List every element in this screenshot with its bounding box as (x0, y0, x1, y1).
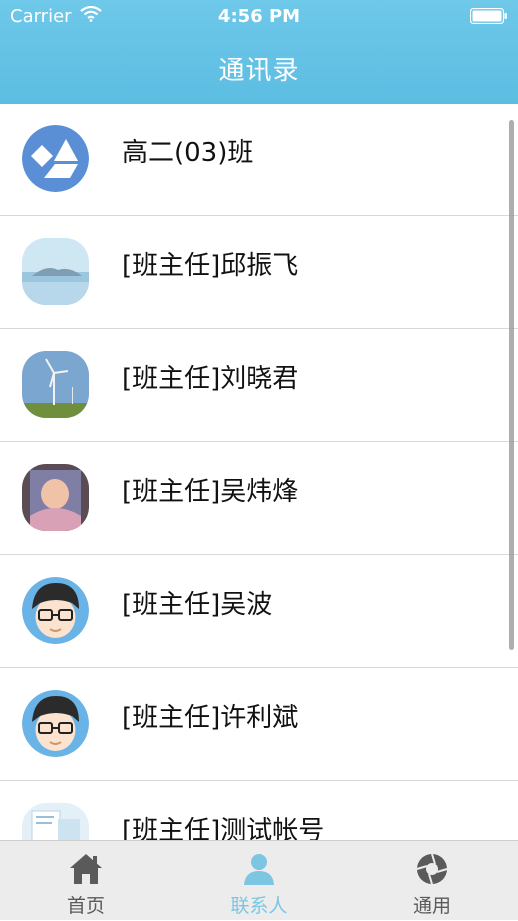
cartoon-boy-avatar (22, 577, 89, 644)
contact-name: [班主任]测试帐号 (122, 816, 325, 840)
contact-name: [班主任]吴炜烽 (122, 477, 299, 507)
contact-name: 高二(03)班 (122, 138, 254, 168)
tab-home[interactable]: 首页 (0, 841, 172, 921)
wind-turbine-photo-avatar (22, 351, 89, 418)
contact-name: [班主任]许利斌 (122, 703, 299, 733)
contact-row[interactable]: [班主任]测试帐号 (0, 782, 518, 840)
contact-name: [班主任]吴波 (122, 590, 273, 620)
status-bar: Carrier 4:56 PM (0, 0, 518, 34)
contact-row[interactable]: [班主任]吴波 (0, 556, 518, 668)
mountain-photo-avatar (22, 238, 89, 305)
cartoon-boy-avatar (22, 690, 89, 757)
battery-icon (470, 8, 507, 24)
tab-label: 通用 (412, 895, 451, 917)
contact-row[interactable]: [班主任]刘晓君 (0, 330, 518, 442)
tab-label: 联系人 (230, 895, 288, 917)
contact-row[interactable]: [班主任]许利斌 (0, 669, 518, 781)
app-header: Carrier 4:56 PM 通讯录 (0, 0, 518, 104)
scrollbar[interactable] (509, 120, 514, 650)
settings-icon (416, 853, 448, 885)
contact-row[interactable]: [班主任]吴炜烽 (0, 443, 518, 555)
tab-label: 首页 (66, 895, 105, 917)
class-group-icon (22, 125, 89, 192)
contacts-icon (244, 854, 274, 885)
contact-name: [班主任]刘晓君 (122, 364, 299, 394)
contact-list[interactable]: 高二(03)班 [班主任]邱振飞 [班主任]刘晓君 [班主任]吴炜烽 [班主任]… (0, 104, 518, 840)
contact-name: [班主任]邱振飞 (122, 251, 299, 281)
tab-general[interactable]: 通用 (346, 841, 518, 921)
tab-contacts[interactable]: 联系人 (173, 841, 345, 921)
page-title: 通讯录 (218, 56, 300, 86)
home-icon (70, 854, 102, 884)
tab-bar: 首页 联系人 通用 (0, 840, 518, 920)
baby-photo-avatar (22, 464, 89, 531)
contact-row-class-group[interactable]: 高二(03)班 (0, 104, 518, 216)
status-time: 4:56 PM (217, 6, 301, 27)
document-photo-avatar (22, 803, 89, 840)
contact-row[interactable]: [班主任]邱振飞 (0, 217, 518, 329)
